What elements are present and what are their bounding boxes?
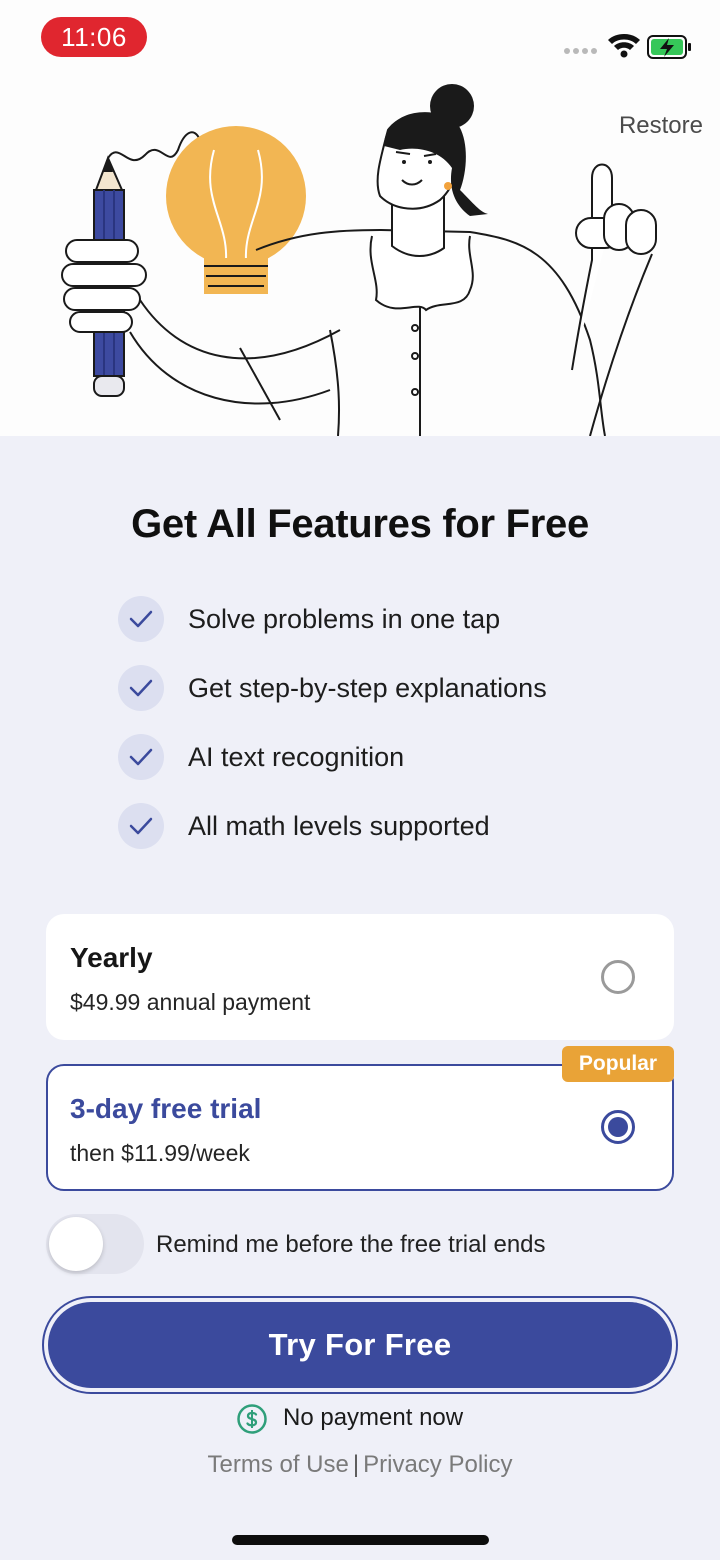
restore-button[interactable]: Restore [619, 112, 703, 140]
try-for-free-button-outline: Try For Free [42, 1296, 678, 1394]
lightbulb-icon [166, 126, 306, 294]
wifi-icon [608, 34, 640, 58]
signal-dots-icon [564, 48, 597, 54]
plan-price: $49.99 annual payment [70, 989, 311, 1015]
status-icons [564, 34, 691, 59]
feature-label: All math levels supported [188, 811, 490, 841]
feature-label: Get step-by-step explanations [188, 673, 547, 703]
radio-unselected-icon[interactable] [601, 960, 635, 994]
page-title: Get All Features for Free [131, 502, 589, 546]
terms-link[interactable]: Terms of Use [208, 1451, 349, 1478]
reminder-label: Remind me before the free trial ends [156, 1231, 546, 1258]
privacy-link[interactable]: Privacy Policy [363, 1451, 512, 1478]
check-icon [118, 803, 164, 849]
feature-item: Get step-by-step explanations [118, 665, 638, 711]
reminder-toggle[interactable] [46, 1214, 144, 1274]
feature-item: All math levels supported [118, 803, 638, 849]
no-payment-note: No payment now [283, 1404, 464, 1431]
illustration-woman-lightbulb [61, 84, 657, 436]
feature-label: AI text recognition [188, 742, 405, 772]
plan-name: 3-day free trial [70, 1093, 262, 1124]
feature-label: Solve problems in one tap [188, 604, 501, 634]
home-indicator[interactable] [232, 1535, 489, 1545]
check-icon [118, 596, 164, 642]
check-icon [118, 734, 164, 780]
popular-badge: Popular [562, 1046, 674, 1082]
toggle-knob [49, 1217, 103, 1271]
check-icon [118, 665, 164, 711]
plan-name: Yearly [70, 942, 153, 973]
radio-selected-icon[interactable] [601, 1110, 635, 1144]
plan-option-trial[interactable]: 3-day free trial then $11.99/week [46, 1064, 674, 1191]
dollar-circle-icon [237, 1404, 267, 1434]
plan-option-yearly[interactable]: Yearly $49.99 annual payment [46, 914, 674, 1040]
feature-item: AI text recognition [118, 734, 638, 780]
feature-item: Solve problems in one tap [118, 596, 638, 642]
hero-banner: 11:06 Restore [0, 0, 720, 436]
status-time: 11:06 [41, 17, 147, 57]
try-for-free-button[interactable]: Try For Free [48, 1302, 672, 1388]
legal-links: Terms of Use | Privacy Policy [0, 1451, 720, 1479]
battery-charging-icon [647, 35, 691, 59]
legal-separator: | [352, 1451, 360, 1478]
plan-price: then $11.99/week [70, 1140, 250, 1166]
